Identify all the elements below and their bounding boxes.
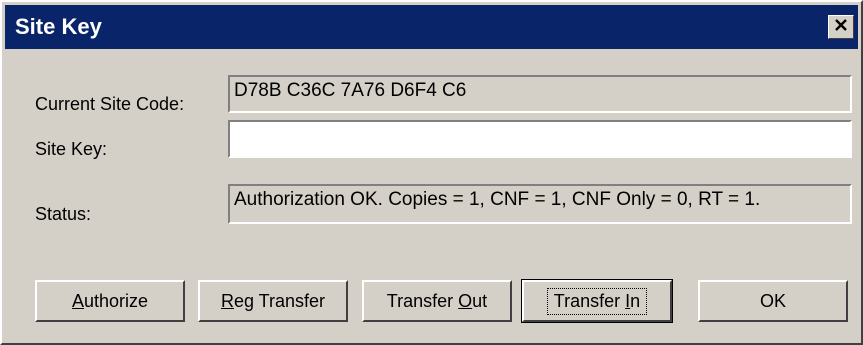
- window-title: Site Key: [15, 14, 102, 39]
- transfer-in-button[interactable]: Transfer In: [521, 279, 673, 323]
- transfer-out-button[interactable]: Transfer Out: [362, 280, 512, 322]
- status-label: Status:: [35, 204, 92, 224]
- close-button[interactable]: [828, 15, 854, 39]
- authorize-button[interactable]: Authorize: [35, 280, 185, 322]
- reg-transfer-button-label: Reg Transfer: [220, 290, 326, 311]
- site-key-dialog: Site Key Current Site Code: D78B C36C 7A…: [0, 0, 863, 345]
- status-field: Authorization OK. Copies = 1, CNF = 1, C…: [228, 184, 852, 224]
- current-site-code-label: Current Site Code:: [35, 94, 185, 114]
- ok-button-label: OK: [759, 290, 786, 311]
- transfer-out-button-label: Transfer Out: [386, 290, 488, 311]
- close-icon: [834, 18, 848, 36]
- ok-button[interactable]: OK: [698, 280, 848, 322]
- transfer-in-button-label: Transfer In: [546, 287, 648, 315]
- site-key-label: Site Key:: [35, 139, 108, 159]
- current-site-code-field: D78B C36C 7A76 D6F4 C6: [228, 75, 852, 113]
- reg-transfer-button[interactable]: Reg Transfer: [198, 280, 348, 322]
- authorize-button-label: Authorize: [71, 290, 149, 311]
- title-bar[interactable]: Site Key: [5, 5, 858, 49]
- site-key-input[interactable]: [228, 120, 852, 158]
